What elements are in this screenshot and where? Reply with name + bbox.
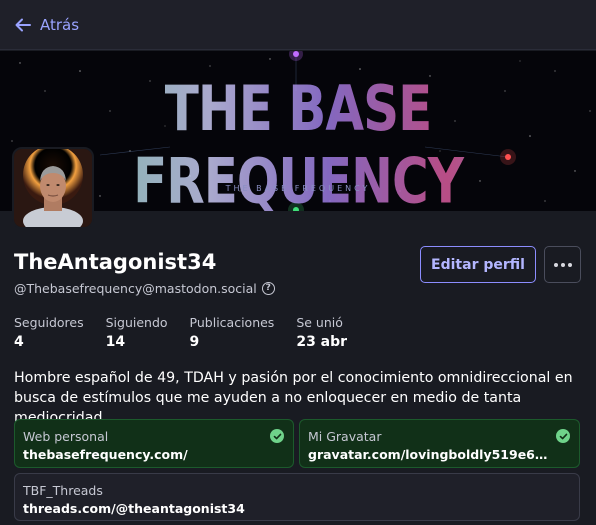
stat-value: 23 abr bbox=[296, 334, 348, 350]
stat-following[interactable]: Siguiendo 14 bbox=[106, 315, 168, 350]
back-button[interactable]: Atrás bbox=[14, 16, 79, 34]
stat-label: Se unió bbox=[296, 315, 343, 330]
stat-label: Seguidores bbox=[14, 315, 84, 330]
stat-value: 9 bbox=[189, 334, 200, 350]
field-label: Mi Gravatar bbox=[308, 429, 382, 444]
edit-profile-button[interactable]: Editar perfil bbox=[420, 246, 536, 283]
stat-value: 4 bbox=[14, 334, 24, 350]
verified-check-icon bbox=[556, 429, 570, 443]
help-circle-icon[interactable]: ? bbox=[261, 282, 275, 295]
field-label: TBF_Threads bbox=[23, 483, 103, 498]
field-link[interactable]: thebasefrequency.com/ bbox=[23, 447, 285, 462]
handle-text: @Thebasefrequency@mastodon.social bbox=[14, 281, 257, 296]
stat-posts[interactable]: Publicaciones 9 bbox=[190, 315, 275, 350]
stat-joined: Se unió 23 abr bbox=[296, 315, 347, 350]
field-link[interactable]: gravatar.com/lovingboldly519e6… bbox=[308, 447, 571, 462]
stat-value: 14 bbox=[105, 334, 126, 350]
arrow-left-icon bbox=[14, 16, 32, 34]
profile-field-gravatar[interactable]: Mi Gravatar gravatar.com/lovingboldly519… bbox=[299, 419, 580, 468]
more-horizontal-icon bbox=[553, 262, 572, 267]
top-bar: Atrás bbox=[0, 0, 596, 50]
more-options-button[interactable] bbox=[544, 246, 581, 283]
field-link[interactable]: threads.com/@theantagonist34 bbox=[23, 501, 571, 516]
display-name: TheAntagonist34 bbox=[14, 250, 217, 274]
stat-label: Siguiendo bbox=[105, 315, 168, 330]
verified-check-icon bbox=[270, 429, 284, 443]
profile-field-website[interactable]: Web personal thebasefrequency.com/ bbox=[14, 419, 294, 468]
stat-label: Publicaciones bbox=[189, 315, 275, 330]
profile-stats: Seguidores 4 Siguiendo 14 Publicaciones … bbox=[14, 315, 369, 350]
account-handle: @Thebasefrequency@mastodon.social ? bbox=[14, 281, 275, 296]
back-label: Atrás bbox=[40, 15, 80, 34]
avatar[interactable] bbox=[12, 147, 94, 229]
profile-field-threads[interactable]: TBF_Threads threads.com/@theantagonist34 bbox=[14, 473, 580, 521]
stat-followers[interactable]: Seguidores 4 bbox=[14, 315, 84, 350]
field-label: Web personal bbox=[23, 429, 109, 444]
